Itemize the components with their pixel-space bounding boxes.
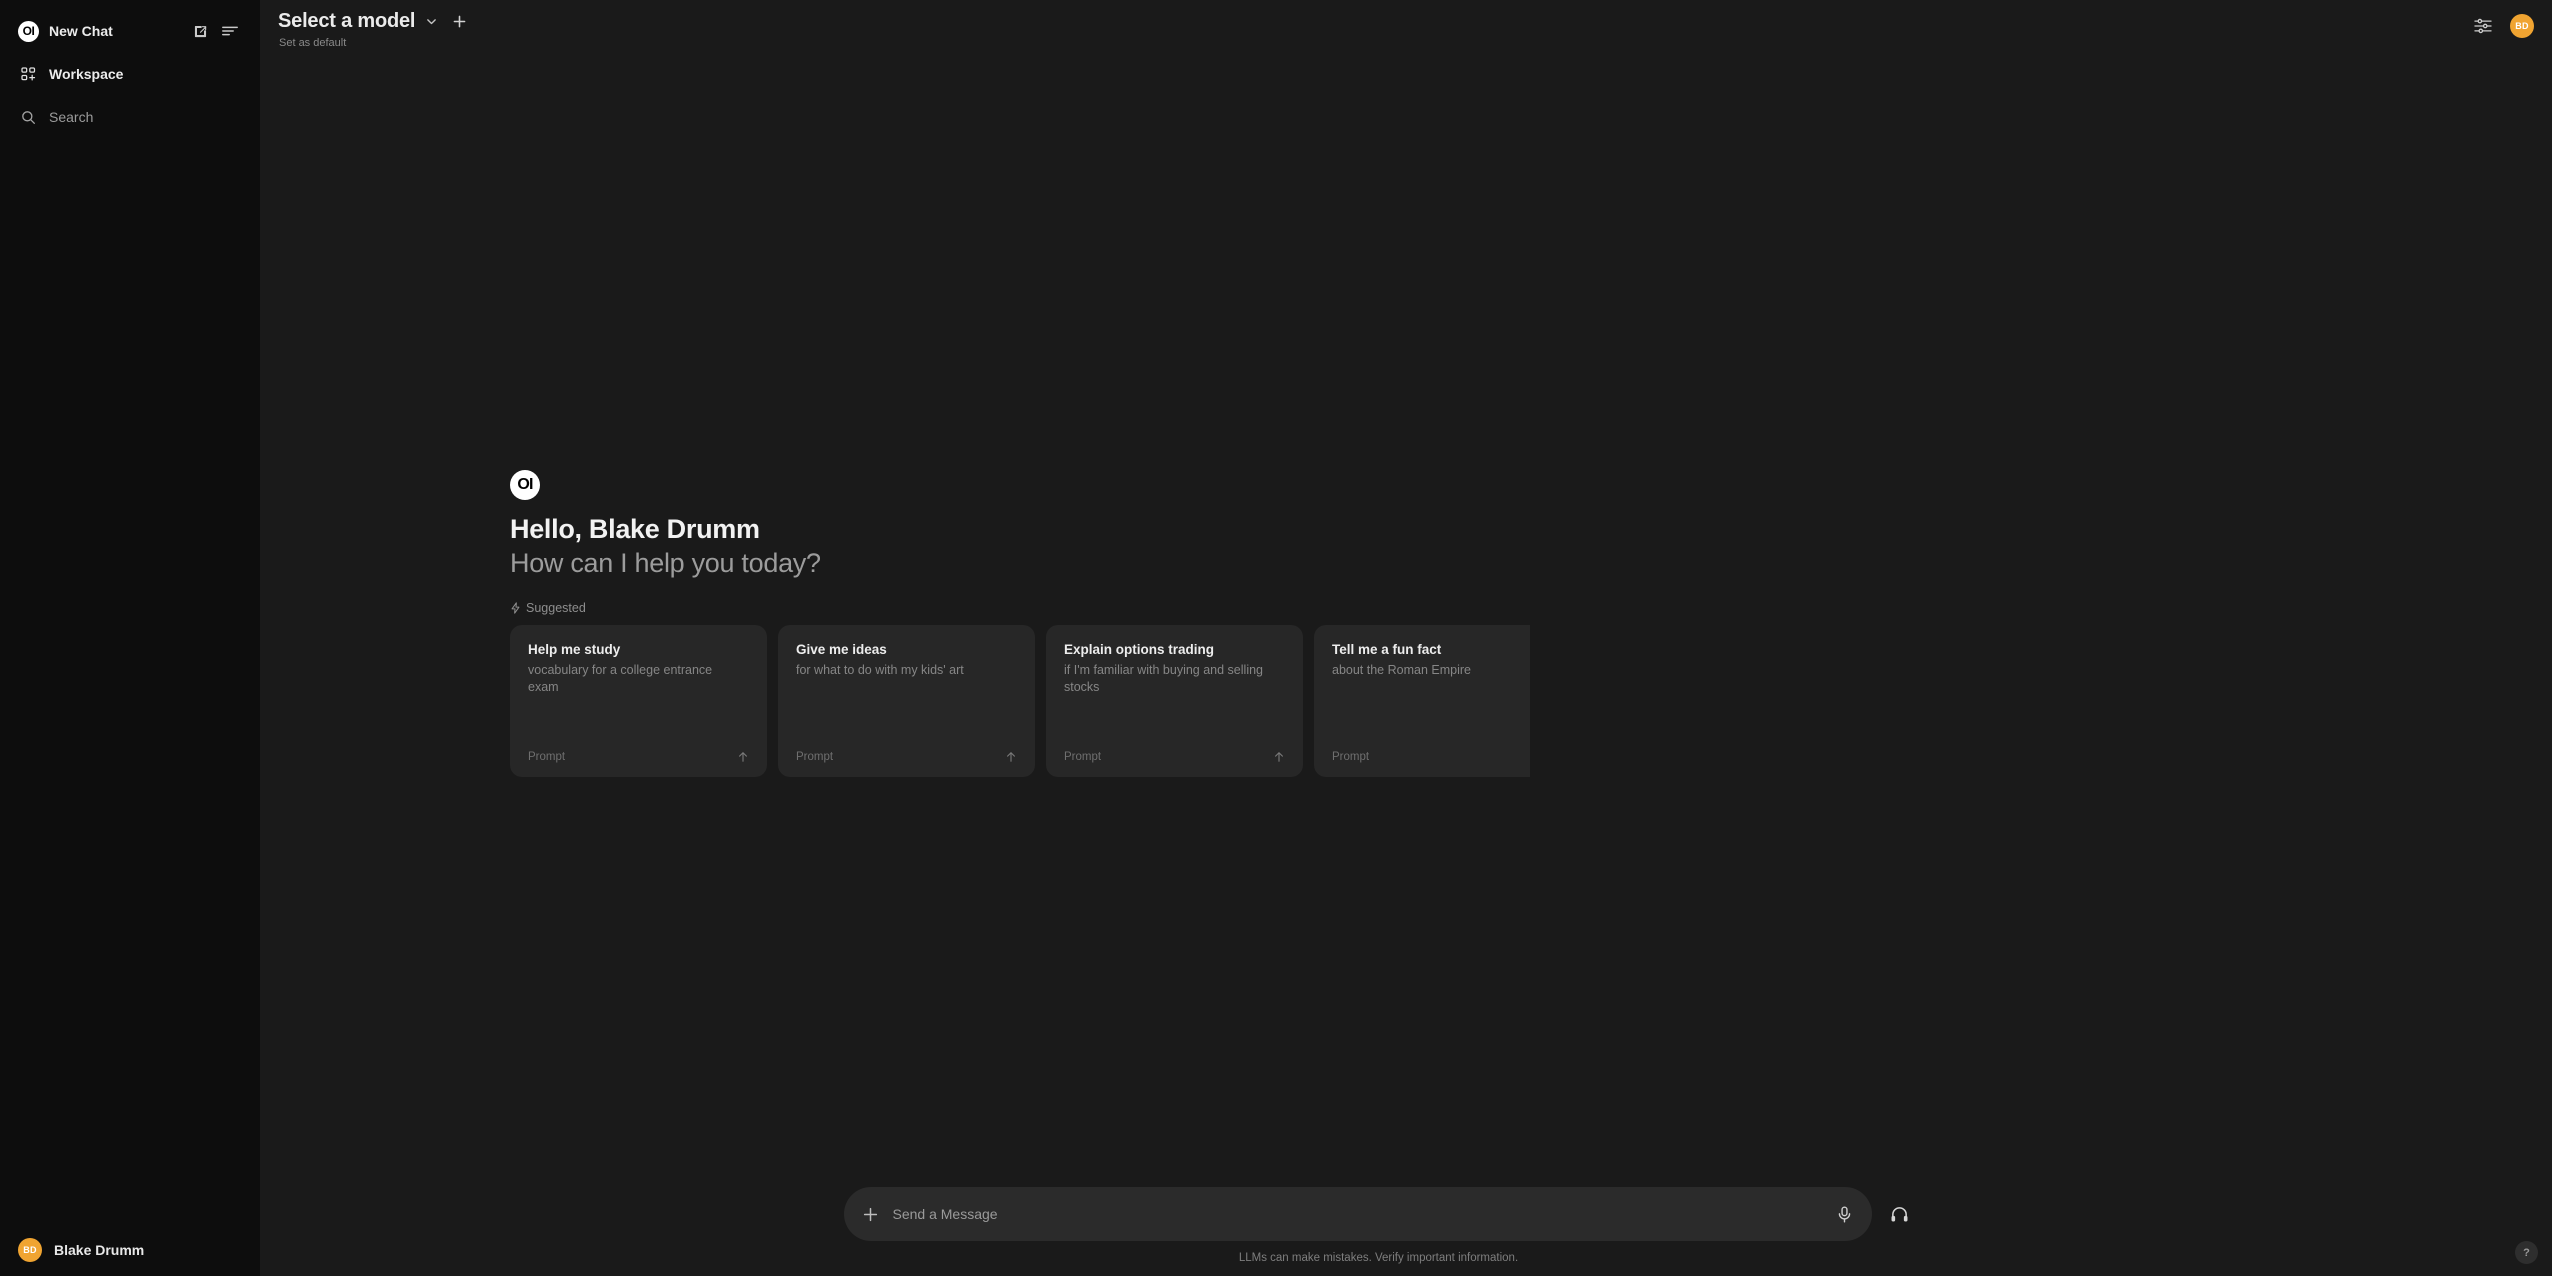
workspace-label: Workspace — [49, 66, 123, 82]
card-footer: Prompt — [1332, 751, 1530, 763]
headphones-icon[interactable] — [1886, 1200, 1914, 1228]
topbar-avatar[interactable]: BD — [2510, 14, 2534, 38]
sidebar-user-name: Blake Drumm — [54, 1242, 144, 1258]
sidebar-item-search[interactable]: Search — [12, 100, 248, 134]
model-selector[interactable]: Select a model Set as default — [278, 10, 467, 49]
chat-placeholder: OI Hello, Blake Drumm How can I help you… — [260, 60, 2552, 1187]
sidebar-user-menu[interactable]: BD Blake Drumm — [0, 1228, 260, 1276]
new-chat-label: New Chat — [49, 23, 113, 39]
arrow-up-icon[interactable] — [737, 751, 749, 763]
card-title: Help me study — [528, 642, 749, 659]
sidebar-chat-list — [0, 134, 260, 1228]
pencil-square-icon[interactable] — [193, 24, 208, 39]
composer-area: LLMs can make mistakes. Verify important… — [260, 1187, 2552, 1276]
microphone-icon[interactable] — [1837, 1206, 1852, 1223]
arrow-up-icon[interactable] — [1273, 751, 1285, 763]
suggested-header: Suggested — [510, 601, 1530, 615]
disclaimer-text: LLMs can make mistakes. Verify important… — [1239, 1252, 1518, 1264]
sidebar: OI New Chat — [0, 0, 260, 1276]
sliders-icon[interactable] — [2474, 18, 2492, 34]
search-icon — [18, 110, 39, 125]
card-subtitle: vocabulary for a college entrance exam — [528, 662, 743, 696]
card-footer-label: Prompt — [1332, 751, 1369, 763]
card-title: Give me ideas — [796, 642, 1017, 659]
card-footer-label: Prompt — [1064, 751, 1101, 763]
card-title: Explain options trading — [1064, 642, 1285, 659]
top-bar: Select a model Set as default BD — [260, 0, 2552, 60]
card-footer: Prompt — [796, 751, 1017, 763]
sidebar-item-workspace[interactable]: Workspace — [12, 57, 248, 91]
search-label: Search — [49, 109, 93, 125]
suggestion-card[interactable]: Tell me a fun fact about the Roman Empir… — [1314, 625, 1530, 777]
card-footer: Prompt — [528, 751, 749, 763]
card-subtitle: about the Roman Empire — [1332, 662, 1530, 679]
set-as-default-label[interactable]: Set as default — [278, 37, 467, 49]
card-subtitle: for what to do with my kids' art — [796, 662, 1011, 679]
message-input[interactable] — [893, 1206, 1823, 1222]
card-subtitle: if I'm familiar with buying and selling … — [1064, 662, 1279, 696]
composer-row — [844, 1187, 1914, 1241]
app-logo-icon: OI — [18, 21, 39, 42]
suggestion-card[interactable]: Explain options trading if I'm familiar … — [1046, 625, 1303, 777]
sidebar-item-new-chat[interactable]: OI New Chat — [12, 14, 248, 48]
suggested-label: Suggested — [526, 601, 586, 615]
card-title: Tell me a fun fact — [1332, 642, 1530, 659]
card-footer: Prompt — [1064, 751, 1285, 763]
new-chat-plus-icon[interactable] — [452, 14, 467, 29]
chevron-down-icon[interactable] — [425, 15, 438, 28]
model-selector-row: Select a model — [278, 10, 467, 33]
card-footer-label: Prompt — [528, 751, 565, 763]
sidebar-toggle-icon[interactable] — [222, 24, 238, 38]
suggestion-card[interactable]: Help me study vocabulary for a college e… — [510, 625, 767, 777]
main-area: Select a model Set as default BD — [260, 0, 2552, 1276]
suggestion-card[interactable]: Give me ideas for what to do with my kid… — [778, 625, 1035, 777]
greeting-block: OI Hello, Blake Drumm How can I help you… — [510, 470, 1530, 777]
arrow-up-icon[interactable] — [1005, 751, 1017, 763]
lightning-bolt-icon — [510, 602, 521, 614]
message-composer[interactable] — [844, 1187, 1872, 1241]
plus-icon[interactable] — [862, 1206, 879, 1223]
sidebar-top: OI New Chat — [0, 0, 260, 134]
app-logo-large-icon: OI — [510, 470, 540, 500]
workspace-grid-icon — [18, 67, 39, 82]
sidebar-header-actions — [193, 24, 242, 39]
suggestion-cards: Help me study vocabulary for a college e… — [510, 625, 1530, 777]
top-bar-actions: BD — [2474, 10, 2534, 38]
avatar: BD — [18, 1238, 42, 1262]
card-footer-label: Prompt — [796, 751, 833, 763]
model-selector-label: Select a model — [278, 10, 415, 33]
greeting-hello: Hello, Blake Drumm — [510, 514, 1530, 545]
help-button[interactable]: ? — [2515, 1241, 2538, 1264]
greeting-subtitle: How can I help you today? — [510, 548, 1530, 579]
